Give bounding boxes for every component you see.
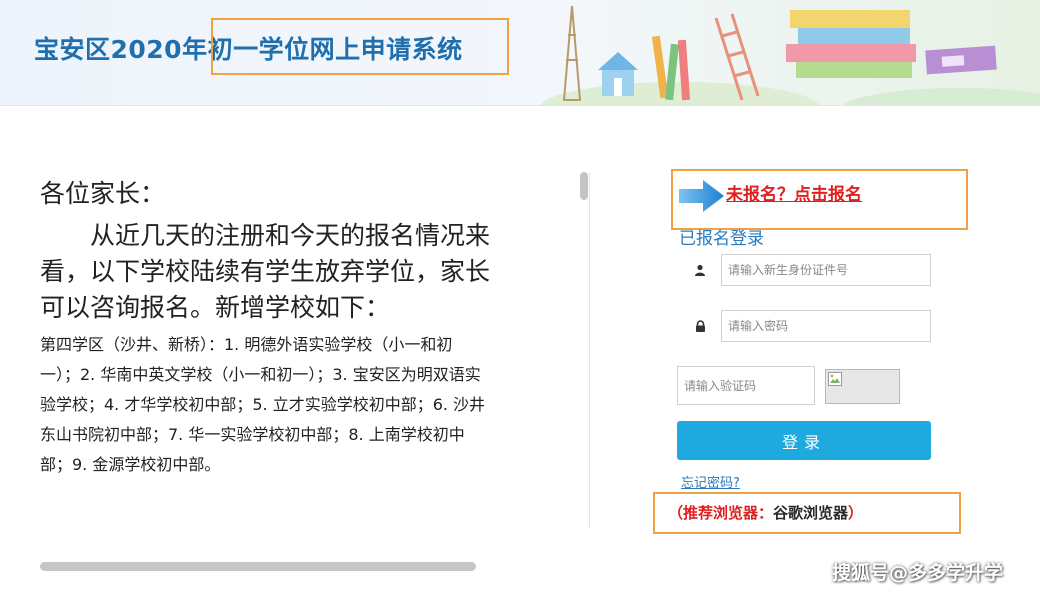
password-input[interactable]	[721, 310, 931, 342]
browser-note: （推荐浏览器：谷歌浏览器）	[668, 502, 863, 523]
user-icon	[679, 254, 721, 286]
notice-body: 从近几天的注册和今天的报名情况来看，以下学校陆续有学生放弃学位，家长可以咨询报名…	[40, 221, 490, 322]
arrow-right-icon	[679, 180, 724, 212]
id-number-input[interactable]	[721, 254, 931, 286]
site-title-prefix: 宝安区2020年	[34, 35, 208, 64]
header-illustration	[540, 5, 1040, 105]
forgot-password-link[interactable]: 忘记密码?	[681, 472, 740, 491]
register-link[interactable]: 未报名？点击报名	[726, 180, 862, 205]
broken-image-icon	[828, 372, 842, 386]
lock-icon	[679, 310, 721, 342]
panel-divider	[589, 172, 590, 528]
notice-greeting: 各位家长：	[40, 179, 166, 208]
browser-note-name: 谷歌浏览器	[773, 504, 849, 522]
page: 宝安区2020年初一学位网上申请系统 各位家长： 从近几天的注册和今天的报名情况…	[0, 0, 1040, 593]
browser-note-suffix: ）	[848, 504, 864, 522]
registered-login-title: 已报名登录	[679, 229, 764, 249]
browser-note-prefix: （推荐浏览器：	[668, 504, 774, 522]
site-header: 宝安区2020年初一学位网上申请系统	[0, 0, 1040, 106]
password-row	[679, 310, 931, 342]
title-highlight-box	[211, 18, 509, 75]
login-button[interactable]: 登录	[677, 421, 931, 460]
notice-panel: 各位家长： 从近几天的注册和今天的报名情况来看，以下学校陆续有学生放弃学位，家长…	[40, 176, 490, 562]
notice-school-list: 第四学区（沙井、新桥）：1. 明德外语实验学校（小一和初一）；2. 华南中英文学…	[40, 335, 486, 474]
id-number-row	[679, 254, 931, 286]
notice-horizontal-scrollbar[interactable]	[40, 562, 476, 571]
watermark: 搜狐号@多多学升学	[832, 562, 1004, 584]
notice-vertical-scrollbar[interactable]	[580, 172, 588, 200]
captcha-input[interactable]	[677, 366, 815, 405]
captcha-image[interactable]	[825, 369, 900, 404]
